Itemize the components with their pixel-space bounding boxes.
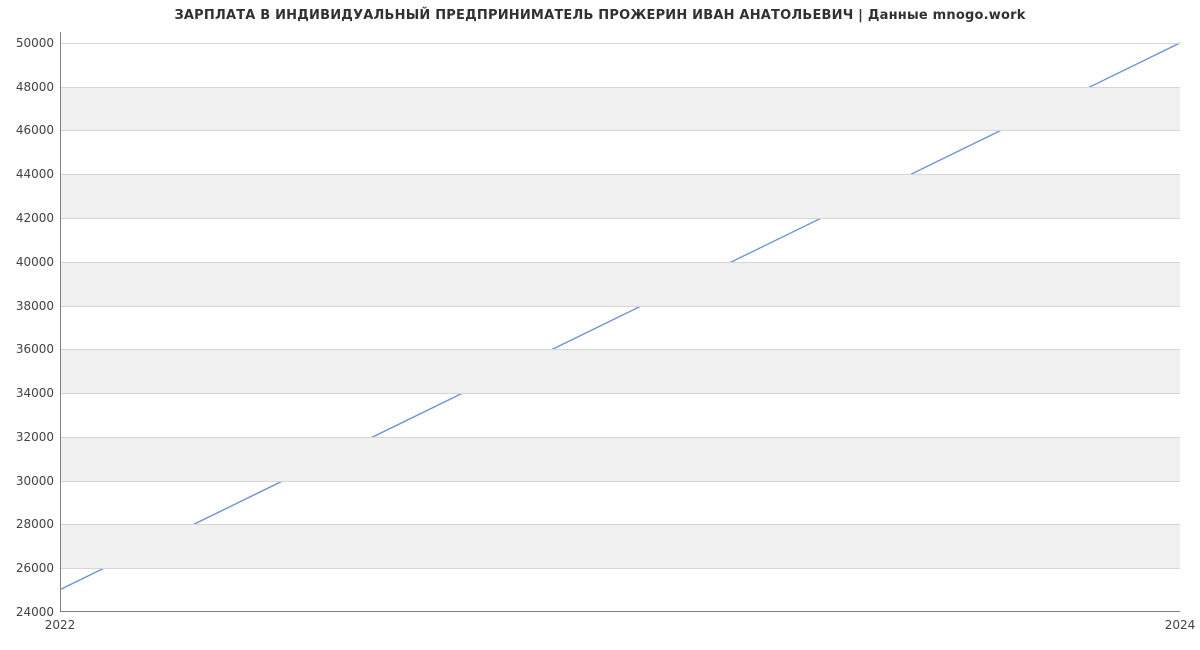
- y-gridline: [61, 524, 1180, 525]
- y-gridline: [61, 43, 1180, 44]
- plot-band: [61, 437, 1180, 481]
- y-tick-label: 28000: [4, 517, 54, 531]
- y-gridline: [61, 174, 1180, 175]
- chart-title: ЗАРПЛАТА В ИНДИВИДУАЛЬНЫЙ ПРЕДПРИНИМАТЕЛ…: [0, 8, 1200, 23]
- plot-band: [61, 262, 1180, 306]
- salary-line-chart: ЗАРПЛАТА В ИНДИВИДУАЛЬНЫЙ ПРЕДПРИНИМАТЕЛ…: [0, 0, 1200, 650]
- plot-band: [61, 349, 1180, 393]
- y-tick-label: 38000: [4, 299, 54, 313]
- y-tick-label: 50000: [4, 36, 54, 50]
- plot-band: [61, 87, 1180, 131]
- y-tick-label: 26000: [4, 561, 54, 575]
- y-tick-label: 36000: [4, 342, 54, 356]
- y-tick-label: 24000: [4, 605, 54, 619]
- y-tick-label: 48000: [4, 80, 54, 94]
- y-tick-label: 34000: [4, 386, 54, 400]
- plot-area: [60, 32, 1180, 612]
- plot-band: [61, 524, 1180, 568]
- y-gridline: [61, 568, 1180, 569]
- y-gridline: [61, 306, 1180, 307]
- y-gridline: [61, 393, 1180, 394]
- y-gridline: [61, 130, 1180, 131]
- x-tick-label: 2024: [1165, 618, 1196, 632]
- y-tick-label: 40000: [4, 255, 54, 269]
- x-tick-label: 2022: [45, 618, 76, 632]
- plot-band: [61, 174, 1180, 218]
- y-tick-label: 32000: [4, 430, 54, 444]
- y-tick-label: 30000: [4, 474, 54, 488]
- y-gridline: [61, 262, 1180, 263]
- y-tick-label: 46000: [4, 123, 54, 137]
- y-gridline: [61, 481, 1180, 482]
- y-gridline: [61, 349, 1180, 350]
- y-gridline: [61, 87, 1180, 88]
- y-gridline: [61, 218, 1180, 219]
- y-tick-label: 42000: [4, 211, 54, 225]
- y-tick-label: 44000: [4, 167, 54, 181]
- y-gridline: [61, 437, 1180, 438]
